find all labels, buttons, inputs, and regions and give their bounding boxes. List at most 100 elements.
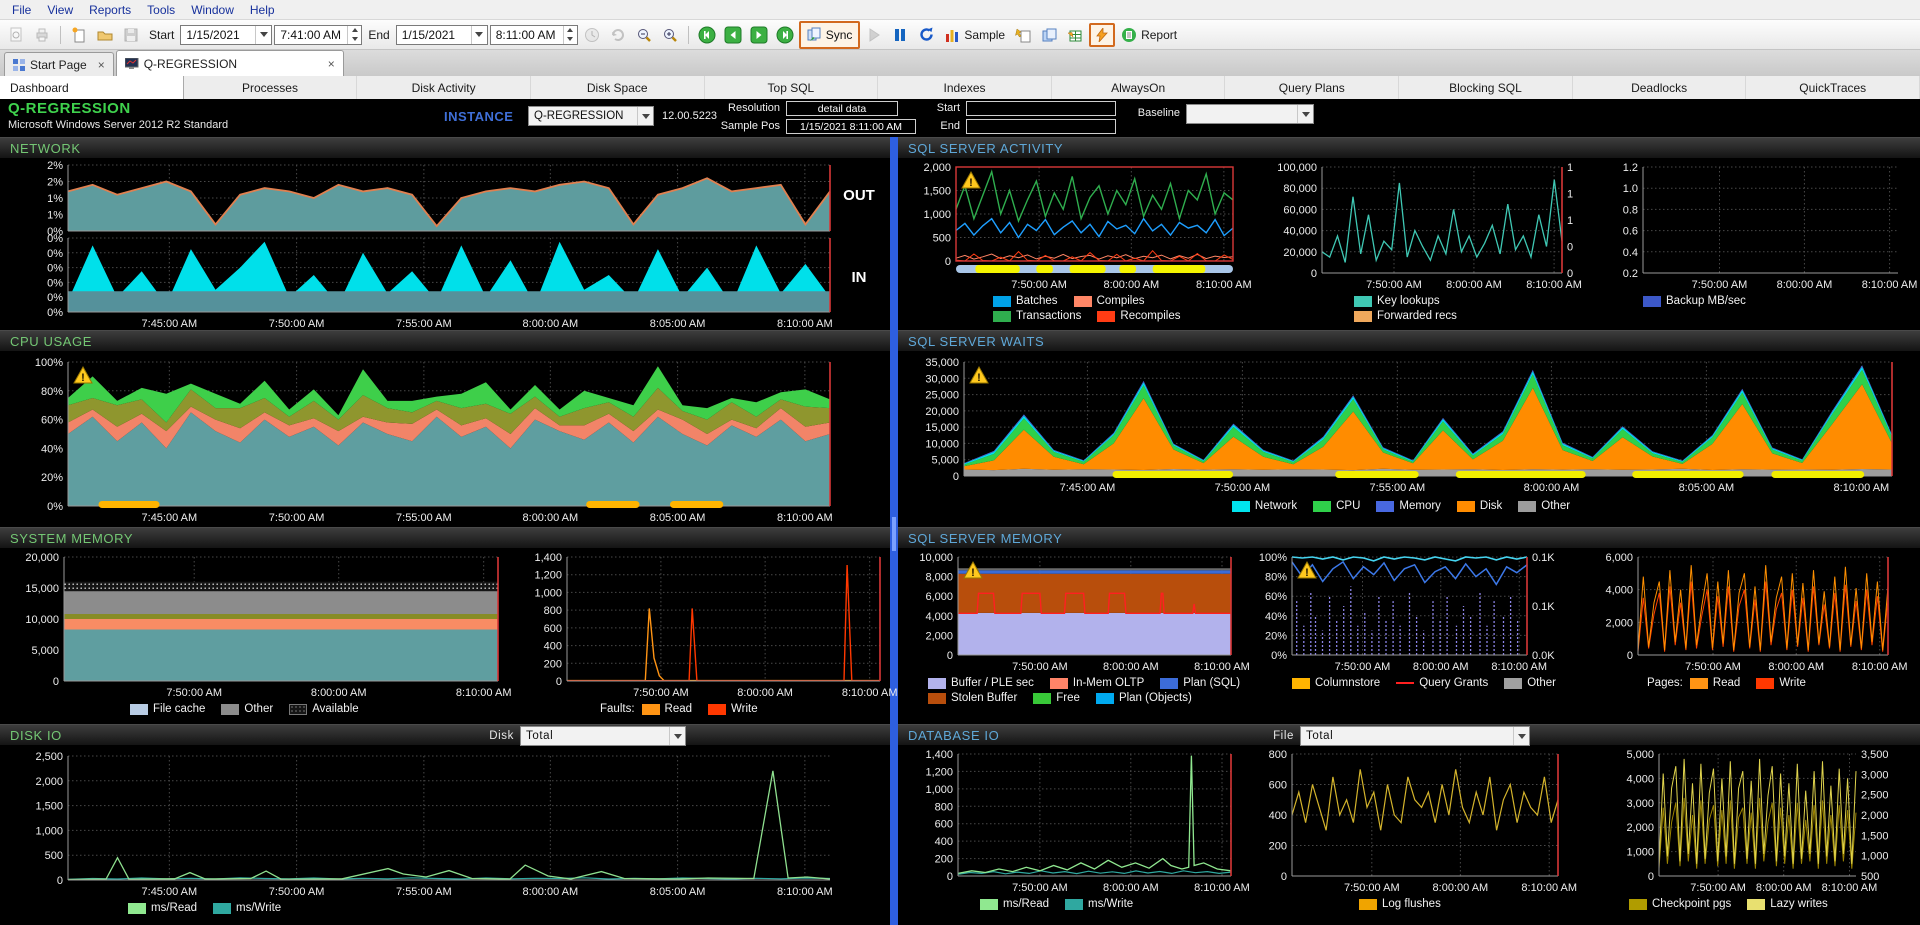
menu-item[interactable]: File (4, 3, 39, 17)
calendar-dropdown-icon[interactable] (255, 26, 271, 44)
sql-memory-legend: Buffer / PLE secIn-Mem OLTPPlan (SQL)Sto… (928, 677, 1263, 707)
network-out-chart: 2%2%1%1%0% (0, 159, 890, 235)
svg-text:7:45:00 AM: 7:45:00 AM (1060, 482, 1116, 494)
nav-forward-icon[interactable] (747, 24, 771, 46)
new-document-icon[interactable] (67, 24, 91, 46)
baseline-select[interactable] (1186, 104, 1314, 124)
svg-text:1%: 1% (47, 193, 63, 205)
svg-text:400: 400 (935, 836, 953, 848)
open-folder-icon[interactable] (93, 24, 117, 46)
panel-title: DATABASE IO (908, 728, 999, 743)
svg-text:8:00:00 AM: 8:00:00 AM (523, 512, 579, 524)
view-tab[interactable]: Disk Activity (357, 76, 531, 99)
menu-item[interactable]: View (39, 3, 81, 17)
nav-back-icon[interactable] (721, 24, 745, 46)
pause-icon[interactable] (888, 24, 912, 46)
calendar-dropdown-icon[interactable] (471, 26, 487, 44)
tab-start-page[interactable]: Start Page × (4, 52, 114, 76)
column-splitter[interactable] (890, 137, 898, 925)
view-tab[interactable]: Blocking SQL (1399, 76, 1573, 99)
chevron-down-icon (637, 107, 653, 125)
sample-pos-value: 1/15/2021 8:11:00 AM (786, 119, 916, 134)
end-time-input[interactable]: 8:11:00 AM (490, 25, 578, 45)
view-tab[interactable]: Disk Space (531, 76, 705, 99)
svg-text:0: 0 (947, 650, 953, 662)
start-time-input[interactable]: 7:41:00 AM (274, 25, 362, 45)
svg-text:0%: 0% (47, 263, 63, 275)
legend-item: Log flushes (1359, 898, 1441, 910)
svg-text:1,400: 1,400 (534, 552, 562, 564)
pages-chart: 6,0004,0002,00007:50:00 AM8:00:00 AM8:10… (1586, 551, 1918, 673)
grid-export-icon[interactable] (1063, 24, 1087, 46)
svg-text:800: 800 (935, 801, 953, 813)
jump-to-event-icon[interactable] (1011, 24, 1035, 46)
disk-filter-select[interactable]: Total (520, 726, 686, 746)
svg-text:0: 0 (1311, 268, 1317, 280)
view-tab[interactable]: QuickTraces (1746, 76, 1920, 99)
svg-text:4,000: 4,000 (1605, 585, 1633, 597)
refresh-icon[interactable] (914, 24, 938, 46)
view-tab[interactable]: Deadlocks (1573, 76, 1747, 99)
sample-button[interactable]: Sample (940, 27, 1009, 43)
svg-text:0%: 0% (47, 248, 63, 260)
end-date-input[interactable]: 1/15/2021 (396, 25, 488, 45)
zoom-out-icon[interactable] (632, 24, 656, 46)
clock-icon[interactable] (580, 24, 604, 46)
time-spinner[interactable] (563, 26, 577, 44)
svg-text:20%: 20% (1265, 630, 1287, 642)
close-icon[interactable]: × (328, 57, 335, 71)
menu-item[interactable]: Tools (139, 3, 183, 17)
play-icon[interactable] (862, 24, 886, 46)
legend-item: Query Grants (1396, 677, 1488, 689)
zoom-in-icon[interactable] (658, 24, 682, 46)
svg-text:1,000: 1,000 (923, 209, 951, 221)
svg-text:8:00:00 AM: 8:00:00 AM (523, 886, 579, 898)
legend-item: Other (1518, 500, 1570, 512)
nav-first-icon[interactable] (695, 24, 719, 46)
menu-item[interactable]: Help (242, 3, 283, 17)
close-icon[interactable]: × (98, 58, 105, 72)
svg-text:!: ! (969, 177, 973, 189)
instance-select[interactable]: Q-REGRESSION (528, 106, 654, 126)
lightning-mode-button[interactable] (1089, 23, 1115, 47)
file-filter-select[interactable]: Total (1300, 726, 1530, 746)
print-icon[interactable] (30, 24, 54, 46)
svg-text:60%: 60% (41, 415, 63, 427)
view-tab[interactable]: Dashboard (0, 76, 184, 99)
view-tab[interactable]: Indexes (878, 76, 1052, 99)
menu-item[interactable]: Window (183, 3, 242, 17)
sync-button[interactable]: Sync (799, 21, 861, 49)
menu-item[interactable]: Reports (81, 3, 139, 17)
svg-text:10,000: 10,000 (925, 438, 959, 450)
sample-pos-label: Sample Pos (700, 120, 780, 132)
svg-text:0: 0 (947, 871, 953, 883)
tab-q-regression[interactable]: Q-REGRESSION × (116, 50, 344, 76)
panel-sql-server-activity: SQL SERVER ACTIVITY 2,0001,5001,00050007… (898, 137, 1920, 330)
view-tab[interactable]: Top SQL (705, 76, 879, 99)
svg-text:7:50:00 AM: 7:50:00 AM (633, 687, 689, 699)
time-spinner[interactable] (347, 26, 361, 44)
history-icon[interactable] (606, 24, 630, 46)
legend-item: Other (221, 703, 273, 715)
svg-text:80%: 80% (1265, 572, 1287, 584)
range-end-label: End (922, 120, 960, 132)
view-tab[interactable]: Query Plans (1225, 76, 1399, 99)
report-button[interactable]: Report (1117, 27, 1181, 43)
start-date-input[interactable]: 1/15/2021 (180, 25, 272, 45)
nav-last-icon[interactable] (773, 24, 797, 46)
chevron-down-icon (1513, 727, 1529, 745)
print-preview-icon[interactable] (4, 24, 28, 46)
view-tab[interactable]: Processes (184, 76, 358, 99)
details-pages-icon[interactable] (1037, 24, 1061, 46)
svg-text:10,000: 10,000 (919, 552, 953, 564)
svg-text:8:00:00 AM: 8:00:00 AM (1103, 661, 1159, 673)
columnstore-legend: ColumnstoreQuery GrantsOther (1292, 677, 1602, 692)
view-tab[interactable]: AlwaysOn (1052, 76, 1226, 99)
range-start-input[interactable] (966, 101, 1116, 116)
legend-item: Faults:Read (600, 703, 692, 715)
save-icon[interactable] (119, 24, 143, 46)
range-end-input[interactable] (966, 119, 1116, 134)
svg-text:8:10:00 AM: 8:10:00 AM (1526, 279, 1582, 291)
page-faults-chart: 1,4001,2001,00080060040020007:50:00 AM8:… (515, 551, 890, 699)
svg-text:1,200: 1,200 (925, 766, 953, 778)
